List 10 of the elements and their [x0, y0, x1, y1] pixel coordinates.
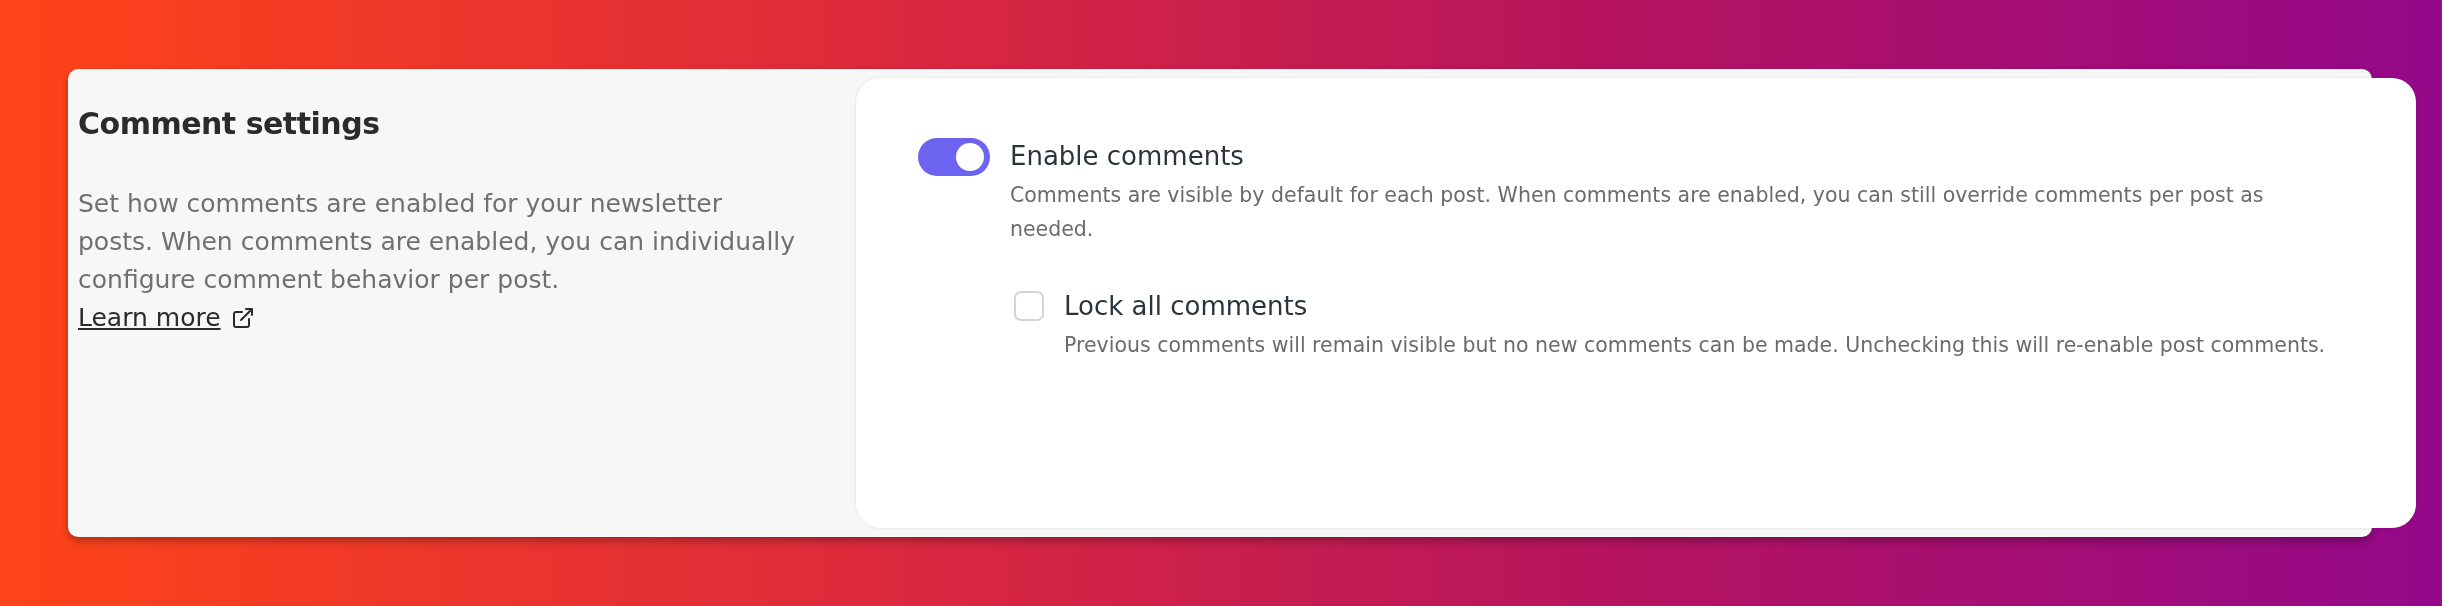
setting-label: Enable comments — [1010, 140, 1245, 173]
setting-help: Previous comments will remain visible but no new comments can be made. Unchecking this will re-enable post comments. — [1064, 332, 2327, 359]
learn-more-link[interactable]: Learn more — [78, 299, 255, 337]
section-title: Comment settings — [78, 106, 381, 141]
checkbox[interactable] — [1014, 291, 1044, 321]
section-description: Set how comments are enabled for your newsletter posts. When comments are enabled, you can individually configure comment behavior per post. — [78, 188, 797, 296]
setting-help: Comments are visible by default for each post. When comments are enabled, you can still override comments per post as needed. — [1010, 182, 2265, 243]
external-link-icon — [230, 306, 255, 330]
setting-label: Lock all comments — [1064, 290, 1309, 323]
toggle-switch[interactable] — [918, 138, 990, 176]
